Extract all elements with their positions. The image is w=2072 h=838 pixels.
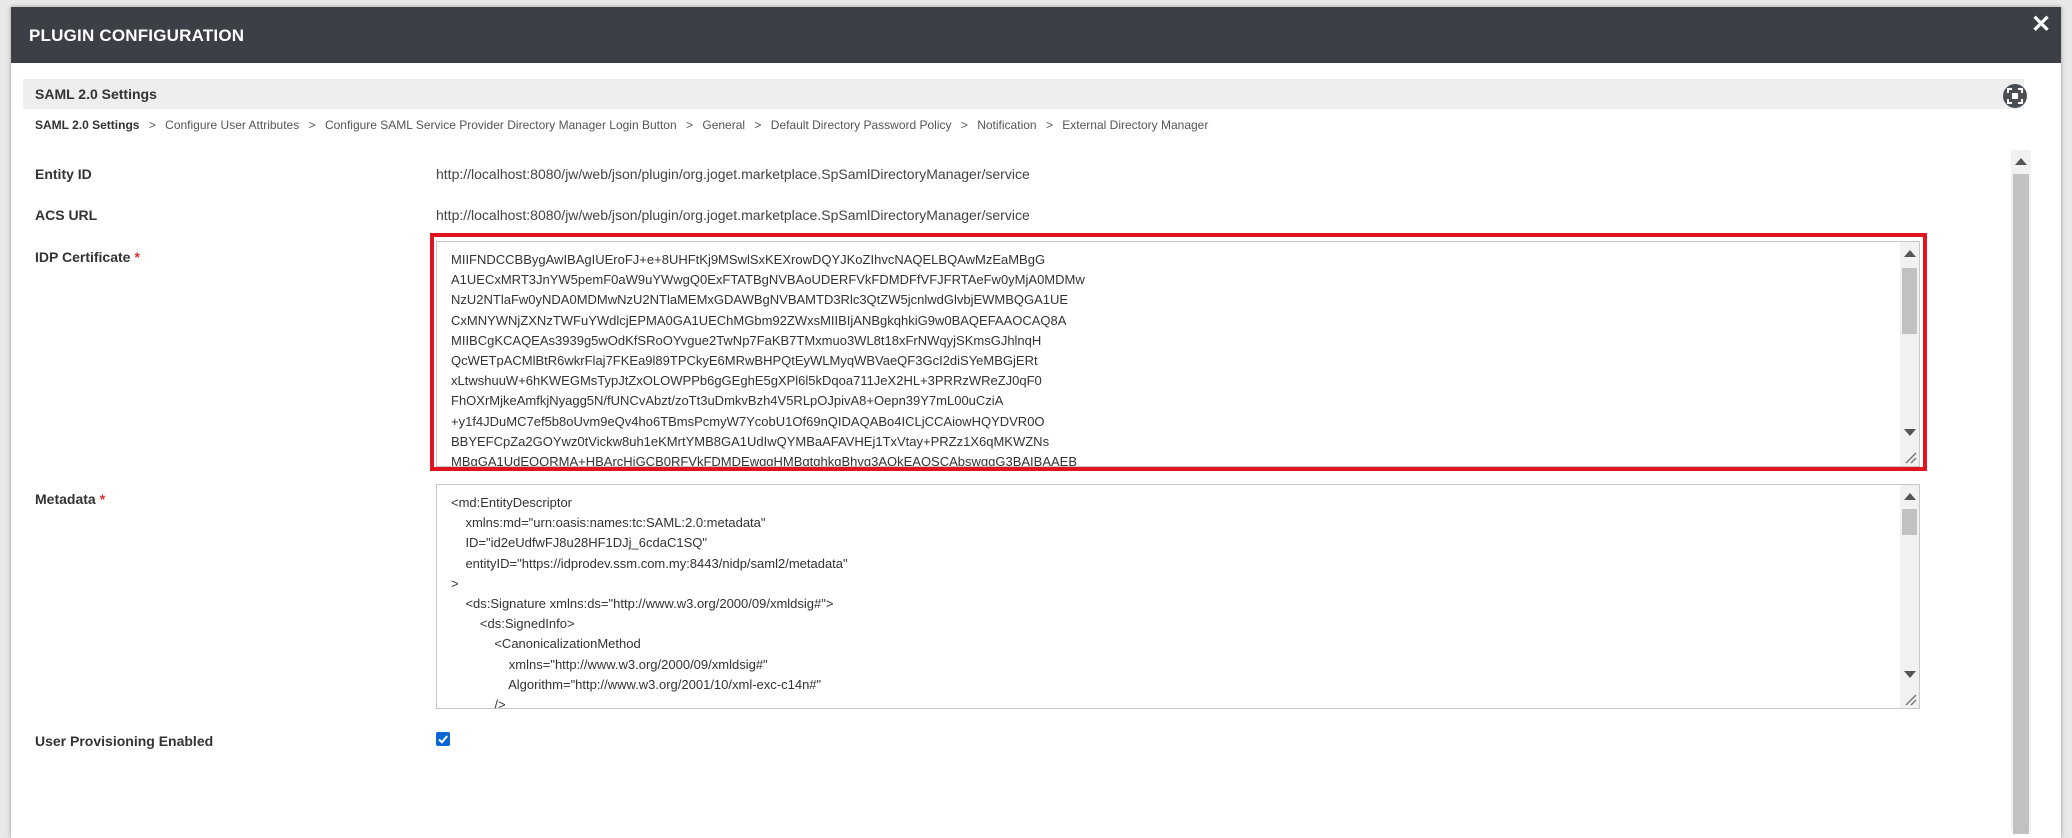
resize-grip-icon[interactable] (1903, 692, 1917, 706)
metadata-label-text: Metadata (35, 491, 96, 507)
highlight-box (430, 233, 1927, 471)
breadcrumb-item-general[interactable]: General (702, 118, 745, 132)
breadcrumb: SAML 2.0 Settings > Configure User Attri… (35, 118, 1208, 132)
breadcrumb-separator: > (686, 118, 694, 132)
dialog-title: PLUGIN CONFIGURATION (29, 26, 245, 45)
breadcrumb-item-saml-settings[interactable]: SAML 2.0 Settings (35, 118, 139, 132)
required-mark: * (134, 249, 140, 265)
breadcrumb-item-user-attributes[interactable]: Configure User Attributes (165, 118, 299, 132)
idp-certificate-label-text: IDP Certificate (35, 249, 131, 265)
section-header: SAML 2.0 Settings (23, 79, 2024, 109)
breadcrumb-separator: > (1045, 118, 1053, 132)
breadcrumb-item-password-policy[interactable]: Default Directory Password Policy (771, 118, 952, 132)
breadcrumb-separator: > (148, 118, 156, 132)
acs-url-value: http://localhost:8080/jw/web/json/plugin… (436, 207, 1030, 223)
breadcrumb-separator: > (308, 118, 316, 132)
required-mark: * (99, 491, 106, 507)
check-icon (438, 735, 448, 744)
user-provisioning-checkbox[interactable] (436, 732, 450, 746)
dialog-titlebar: PLUGIN CONFIGURATION ✕ (11, 7, 2061, 63)
breadcrumb-separator: > (754, 118, 762, 132)
breadcrumb-item-external-directory-manager[interactable]: External Directory Manager (1062, 118, 1208, 132)
breadcrumb-item-login-button[interactable]: Configure SAML Service Provider Director… (325, 118, 677, 132)
scroll-down-icon[interactable] (1904, 671, 1916, 678)
scroll-thumb[interactable] (1902, 509, 1917, 535)
page-scroll-thumb[interactable] (2013, 174, 2029, 834)
idp-certificate-label: IDP Certificate * (35, 249, 140, 265)
breadcrumb-separator: > (960, 118, 968, 132)
scroll-up-icon[interactable] (2015, 158, 2027, 165)
metadata-text: <md:EntityDescriptor xmlns:md="urn:oasis… (451, 495, 848, 709)
fullscreen-icon[interactable] (2003, 84, 2027, 108)
metadata-scrollbar[interactable] (1900, 485, 1919, 708)
metadata-label: Metadata * (35, 491, 105, 507)
acs-url-label: ACS URL (35, 207, 98, 223)
breadcrumb-item-notification[interactable]: Notification (977, 118, 1036, 132)
page-scrollbar[interactable] (2011, 150, 2031, 834)
entity-id-label: Entity ID (35, 166, 92, 182)
metadata-textarea[interactable]: <md:EntityDescriptor xmlns:md="urn:oasis… (436, 484, 1920, 709)
entity-id-value: http://localhost:8080/jw/web/json/plugin… (436, 166, 1030, 182)
user-provisioning-label: User Provisioning Enabled (35, 733, 214, 749)
close-icon[interactable]: ✕ (2029, 13, 2053, 37)
section-title: SAML 2.0 Settings (35, 86, 157, 102)
scroll-up-icon[interactable] (1904, 493, 1916, 500)
